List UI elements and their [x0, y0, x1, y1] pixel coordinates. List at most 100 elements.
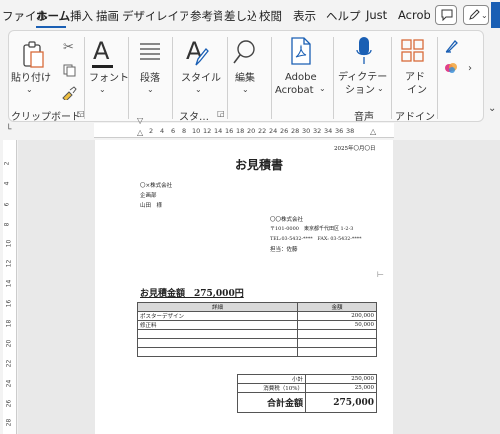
search-icon[interactable]: [233, 39, 257, 65]
adobe-acrobat-label-line1[interactable]: Adobe: [285, 71, 317, 84]
chevron-right-icon[interactable]: ›: [468, 63, 472, 74]
ruler-tick: 28: [291, 127, 300, 135]
chevron-down-icon[interactable]: ⌄: [319, 84, 326, 93]
dictation-label-line1[interactable]: ディクテー: [338, 71, 387, 84]
table-cell[interactable]: [137, 347, 298, 357]
ruler-tick: 36: [335, 127, 344, 135]
paste-icon[interactable]: [21, 41, 45, 69]
table-cell[interactable]: [137, 329, 298, 339]
copilot-icon[interactable]: [444, 61, 458, 75]
ribbon-separator: [84, 37, 85, 119]
tab-insert[interactable]: 挿入: [70, 8, 93, 24]
ruler-tick: 20: [247, 127, 256, 135]
tax-label: 消費税（10%）: [237, 383, 306, 393]
tab-review[interactable]: 校閲: [259, 8, 282, 24]
ruler-tick: 26: [5, 399, 13, 408]
recipient-company: 〇×株式会社: [140, 183, 173, 189]
tab-just[interactable]: Just: [366, 8, 387, 22]
ruler-tick: 2: [3, 161, 11, 166]
styles-group-label: スタ…: [179, 112, 209, 123]
ribbon-collapse-chevron-icon[interactable]: ⌄: [488, 103, 496, 114]
ruler-tick: 2: [149, 127, 154, 135]
tab-mailings[interactable]: 差し込み: [224, 8, 256, 24]
ruler-tick: 8: [3, 222, 11, 227]
ruler-tick: 4: [3, 181, 11, 186]
ruler-tick: 10: [5, 239, 13, 248]
first-line-indent-marker-icon[interactable]: ▽: [137, 116, 143, 125]
styles-icon[interactable]: A: [185, 37, 209, 67]
tab-selector-icon[interactable]: └: [6, 125, 11, 135]
tab-layout[interactable]: レイアウト: [156, 8, 188, 24]
table-row: 小計 250,000: [237, 374, 377, 384]
tab-view[interactable]: 表示: [293, 8, 316, 24]
tab-design[interactable]: デザイン: [122, 8, 154, 24]
add-ins-label-line1[interactable]: アド: [405, 71, 425, 84]
subtotal-value[interactable]: 250,000: [305, 374, 377, 384]
chevron-down-icon[interactable]: ⌄: [147, 85, 154, 94]
format-painter-icon[interactable]: [61, 86, 77, 100]
ruler-tick: 28: [5, 418, 13, 427]
table-cell[interactable]: 修正料: [137, 320, 298, 330]
table-cell[interactable]: [297, 329, 377, 339]
cut-icon[interactable]: ✂: [63, 40, 74, 55]
editing-label[interactable]: 編集: [235, 72, 255, 85]
table-cell[interactable]: [137, 338, 298, 348]
microphone-icon[interactable]: [356, 36, 372, 66]
ruler-tick: 18: [236, 127, 245, 135]
ruler-tick: 12: [5, 259, 13, 268]
tab-acrobat[interactable]: Acrobat: [398, 8, 430, 22]
table-cell[interactable]: ポスターデザイン: [137, 311, 298, 321]
dialog-launcher-icon[interactable]: ◲: [217, 109, 225, 118]
ribbon-separator: [227, 37, 228, 119]
paste-label[interactable]: 貼り付け: [11, 72, 51, 85]
designer-icon[interactable]: [445, 39, 459, 53]
paragraph-icon[interactable]: [139, 42, 161, 62]
chevron-down-icon[interactable]: ⌄: [99, 85, 106, 94]
copy-icon[interactable]: [63, 64, 76, 77]
chevron-down-icon[interactable]: ⌄: [26, 85, 33, 94]
ruler-tick: 10: [192, 127, 201, 135]
total-amount-heading: お見積金額 275,000円: [140, 289, 244, 299]
grand-total-value[interactable]: 275,000: [305, 392, 377, 413]
add-ins-icon[interactable]: [401, 39, 425, 63]
share-button[interactable]: [491, 2, 500, 28]
comments-button[interactable]: [435, 5, 457, 25]
dictation-label-line2[interactable]: ション: [345, 84, 375, 97]
tab-draw[interactable]: 描画: [96, 8, 119, 24]
font-icon[interactable]: A: [91, 37, 113, 68]
add-ins-label-line2[interactable]: イン: [407, 84, 427, 97]
tab-help[interactable]: ヘルプ: [326, 8, 362, 24]
styles-label[interactable]: スタイル: [181, 72, 221, 85]
ruler-tick: 16: [5, 299, 13, 308]
ruler-tick: 14: [5, 279, 13, 288]
ribbon-separator: [437, 37, 438, 119]
chevron-down-icon[interactable]: ⌄: [377, 84, 384, 93]
table-cell[interactable]: [297, 347, 377, 357]
chevron-down-icon[interactable]: ⌄: [242, 85, 249, 94]
paragraph-label[interactable]: 段落: [140, 72, 160, 85]
tab-home[interactable]: ホーム: [36, 8, 70, 24]
adobe-acrobat-icon[interactable]: [290, 37, 312, 65]
left-indent-marker-icon[interactable]: △: [137, 128, 143, 137]
sender-person: 担当：佐藤: [270, 247, 298, 253]
table-cell[interactable]: 200,000: [297, 311, 377, 321]
ruler-tick: 34: [324, 127, 333, 135]
table-row: 合計金額 275,000: [237, 392, 377, 413]
ruler-tick: 22: [258, 127, 267, 135]
table-cell[interactable]: 50,000: [297, 320, 377, 330]
table-row: [137, 329, 377, 339]
tab-references[interactable]: 参考資料: [190, 8, 222, 24]
adobe-acrobat-label-line2[interactable]: Acrobat: [275, 84, 314, 97]
ribbon-separator: [333, 37, 334, 119]
active-tab-indicator: [36, 26, 66, 28]
right-indent-marker-icon[interactable]: △: [370, 127, 376, 136]
tax-value[interactable]: 25,000: [305, 383, 377, 393]
table-cell[interactable]: [297, 338, 377, 348]
document-page[interactable]: 2025年〇月〇日 お見積書 〇×株式会社 企画部 山田 様 〇〇株式会社 〒1…: [95, 140, 393, 434]
font-label[interactable]: フォント: [89, 72, 129, 85]
chevron-down-icon[interactable]: ⌄: [195, 85, 202, 94]
editing-mode-button[interactable]: ⌄: [463, 5, 489, 25]
ruler-tick: 32: [313, 127, 322, 135]
ruler-tick: 4: [160, 127, 165, 135]
table-header: 詳細: [137, 302, 298, 312]
